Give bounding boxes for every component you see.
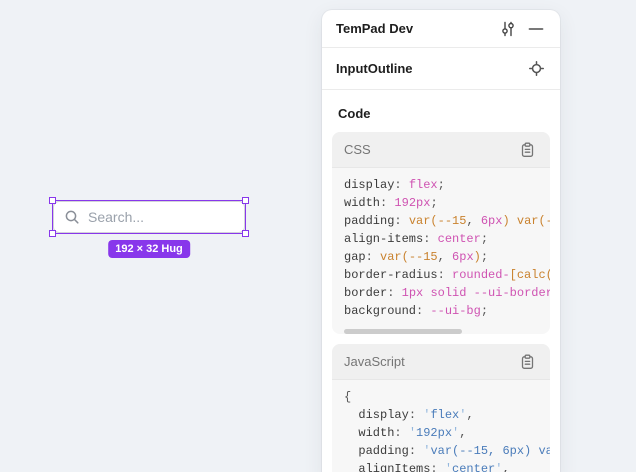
copy-js-button[interactable] xyxy=(520,353,538,371)
code-line: alignItems: 'center', xyxy=(344,460,550,472)
component-name: InputOutline xyxy=(336,61,526,76)
js-block-header: JavaScript xyxy=(332,344,550,380)
code-line: { xyxy=(344,388,550,406)
minimize-icon[interactable] xyxy=(526,19,546,39)
search-input[interactable]: Search... xyxy=(53,201,245,233)
code-line: padding: 'var(--15, 6px) var xyxy=(344,442,550,460)
copy-css-button[interactable] xyxy=(520,141,538,159)
search-placeholder: Search... xyxy=(88,209,144,225)
size-badge: 192 × 32 Hug xyxy=(108,240,190,258)
css-code-block: CSS display: flex;width: 192px;padding: … xyxy=(332,132,550,334)
component-row: InputOutline xyxy=(322,48,560,90)
css-block-title: CSS xyxy=(344,142,520,157)
code-line: width: '192px', xyxy=(344,424,550,442)
js-code-block: JavaScript { display: 'flex', width: '19… xyxy=(332,344,550,472)
code-line: align-items: center; xyxy=(344,230,550,248)
code-line: padding: var(--15, 6px) var(-- xyxy=(344,212,550,230)
code-line: border-radius: rounded-[calc(v xyxy=(344,266,550,284)
code-line: width: 192px; xyxy=(344,194,550,212)
code-section-label: Code xyxy=(338,106,544,121)
locate-target-icon[interactable] xyxy=(526,59,546,79)
code-line: gap: var(--15, 6px); xyxy=(344,248,550,266)
search-icon xyxy=(64,209,80,225)
css-block-header: CSS xyxy=(332,132,550,168)
js-code[interactable]: { display: 'flex', width: '192px', paddi… xyxy=(332,380,550,472)
selected-component[interactable]: Search... 192 × 32 Hug xyxy=(53,201,245,233)
horizontal-scrollbar[interactable] xyxy=(344,329,462,334)
code-line: background: --ui-bg; xyxy=(344,302,550,320)
code-line: display: 'flex', xyxy=(344,406,550,424)
tempad-dev-panel: TemPad Dev InputOutline xyxy=(322,10,560,472)
settings-sliders-icon[interactable] xyxy=(498,19,518,39)
code-line: display: flex; xyxy=(344,176,550,194)
code-line: border: 1px solid --ui-border- xyxy=(344,284,550,302)
panel-header: TemPad Dev xyxy=(322,10,560,48)
js-block-title: JavaScript xyxy=(344,354,520,369)
css-code[interactable]: display: flex;width: 192px;padding: var(… xyxy=(332,168,550,326)
panel-title: TemPad Dev xyxy=(336,21,498,36)
